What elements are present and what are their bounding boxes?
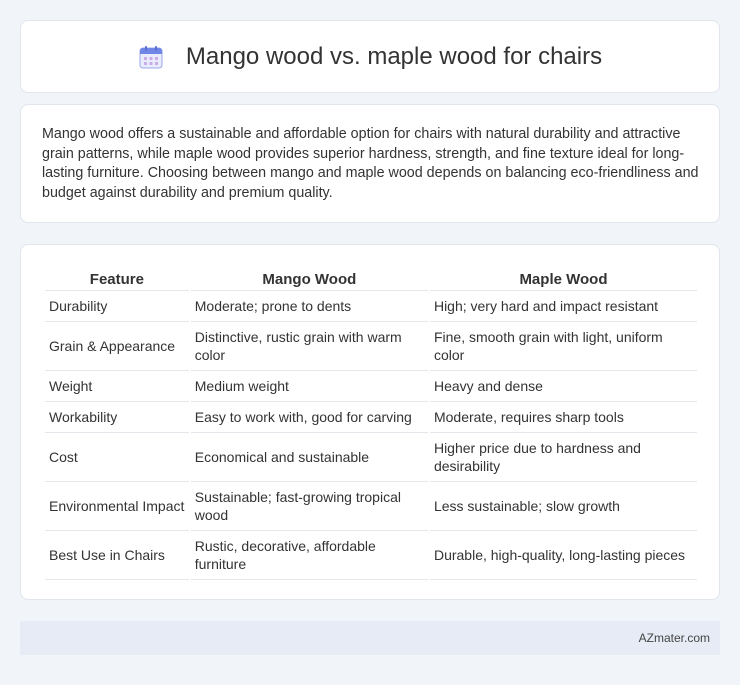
maple-cell: Moderate, requires sharp tools — [429, 402, 697, 433]
mango-cell: Distinctive, rustic grain with warm colo… — [190, 322, 428, 371]
maple-cell: Less sustainable; slow growth — [429, 482, 697, 531]
page-title: Mango wood vs. maple wood for chairs — [185, 42, 603, 70]
table-row: Environmental Impact Sustainable; fast-g… — [45, 482, 697, 531]
table-row: Durability Moderate; prone to dents High… — [45, 291, 697, 322]
mango-cell: Easy to work with, good for carving — [190, 402, 428, 433]
feature-cell: Weight — [45, 371, 189, 402]
mango-cell: Moderate; prone to dents — [190, 291, 428, 322]
feature-cell: Cost — [45, 433, 189, 482]
feature-cell: Best Use in Chairs — [45, 531, 189, 580]
column-header-feature: Feature — [45, 265, 189, 291]
mango-cell: Economical and sustainable — [190, 433, 428, 482]
mango-cell: Medium weight — [190, 371, 428, 402]
title-card: Mango wood vs. maple wood for chairs — [20, 20, 720, 93]
maple-cell: High; very hard and impact resistant — [429, 291, 697, 322]
table-row: Best Use in Chairs Rustic, decorative, a… — [45, 531, 697, 580]
feature-cell: Grain & Appearance — [45, 322, 189, 371]
footer: AZmater.com — [20, 621, 720, 655]
column-header-mango-wood: Mango Wood — [190, 265, 428, 291]
comparison-table: Feature Mango Wood Maple Wood Durability… — [43, 265, 699, 580]
feature-cell: Durability — [45, 291, 189, 322]
feature-cell: Environmental Impact — [45, 482, 189, 531]
column-header-maple-wood: Maple Wood — [429, 265, 697, 291]
table-row: Grain & Appearance Distinctive, rustic g… — [45, 322, 697, 371]
maple-cell: Fine, smooth grain with light, uniform c… — [429, 322, 697, 371]
maple-cell: Higher price due to hardness and desirab… — [429, 433, 697, 482]
description-text: Mango wood offers a sustainable and affo… — [42, 126, 699, 201]
maple-cell: Durable, high-quality, long-lasting piec… — [429, 531, 697, 580]
table-row: Workability Easy to work with, good for … — [45, 402, 697, 433]
calendar-icon — [138, 44, 164, 70]
table-header-row: Feature Mango Wood Maple Wood — [45, 265, 697, 291]
table-row: Weight Medium weight Heavy and dense — [45, 371, 697, 402]
description-card: Mango wood offers a sustainable and affo… — [20, 104, 720, 223]
comparison-table-card: Feature Mango Wood Maple Wood Durability… — [20, 244, 720, 600]
mango-cell: Rustic, decorative, affordable furniture — [190, 531, 428, 580]
maple-cell: Heavy and dense — [429, 371, 697, 402]
footer-brand-link[interactable]: AZmater.com — [639, 631, 710, 645]
table-row: Cost Economical and sustainable Higher p… — [45, 433, 697, 482]
mango-cell: Sustainable; fast-growing tropical wood — [190, 482, 428, 531]
feature-cell: Workability — [45, 402, 189, 433]
